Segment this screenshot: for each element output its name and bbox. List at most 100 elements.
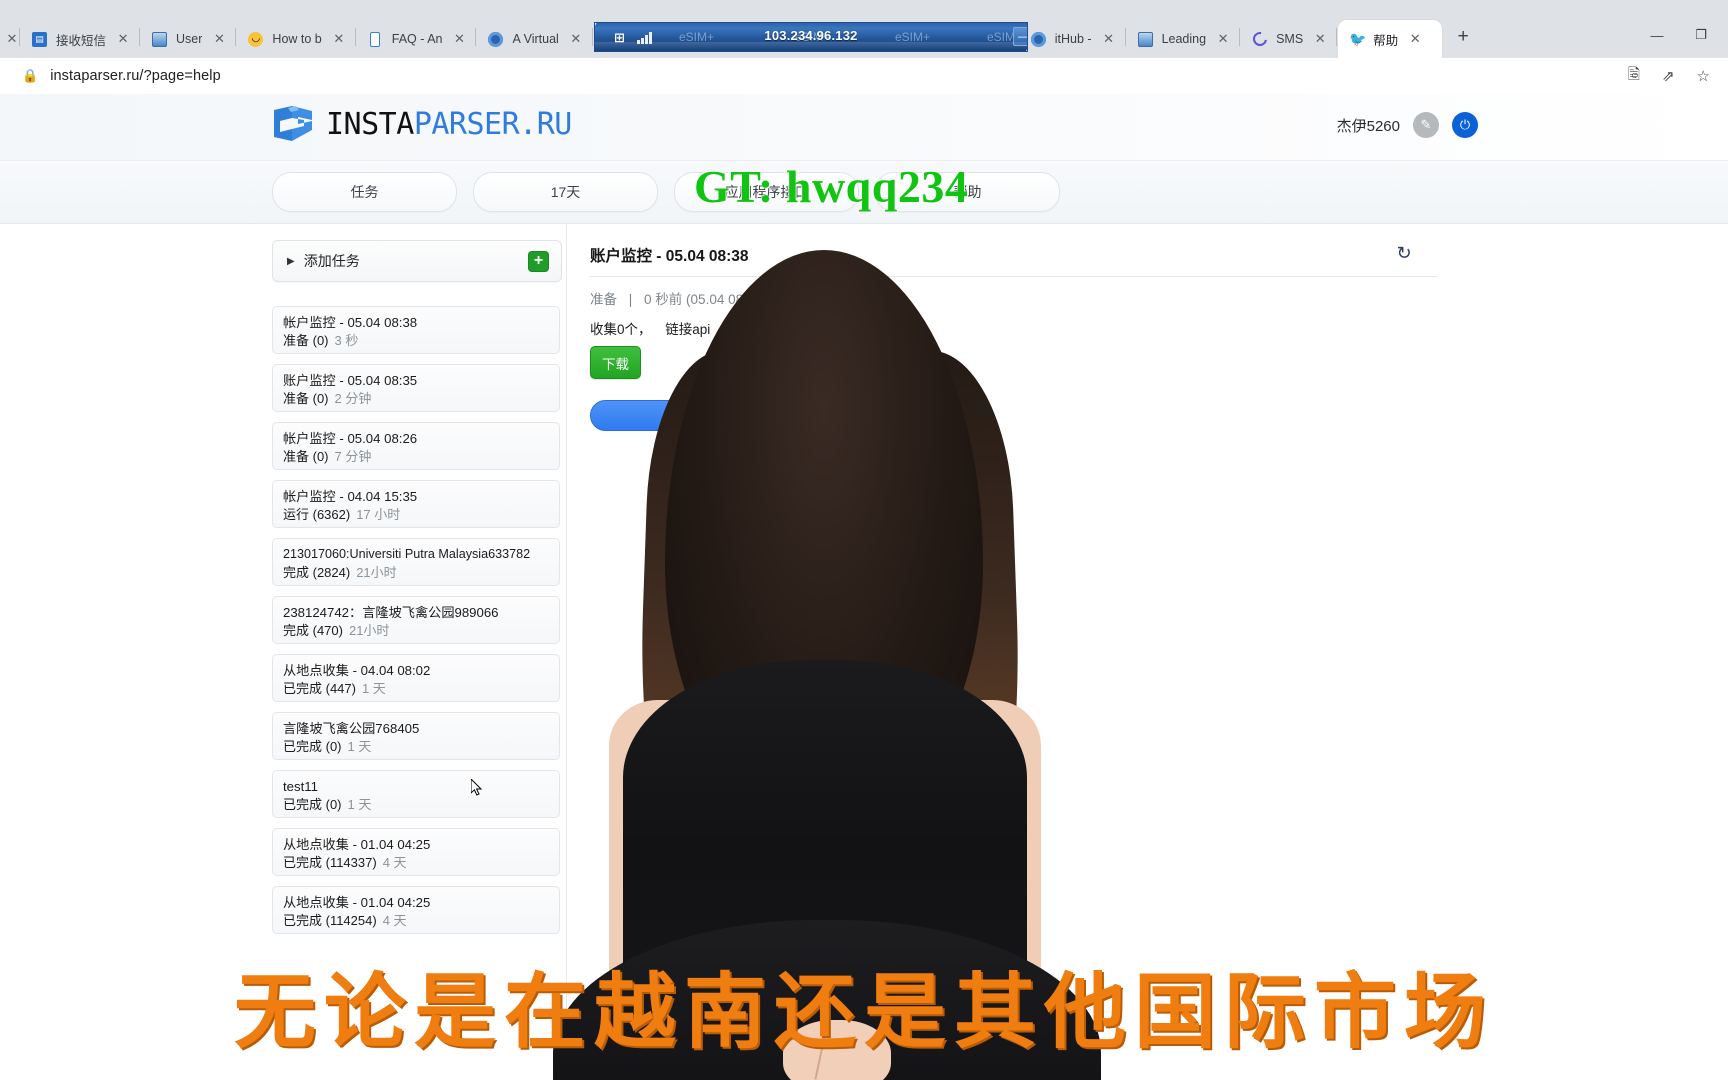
browser-tab-faq[interactable]: FAQ - An ✕ — [357, 20, 475, 58]
refresh-icon[interactable]: ↻ — [1393, 242, 1415, 264]
bird-icon: 🐦 — [1349, 31, 1367, 47]
smile-icon: ◡ — [247, 31, 264, 48]
chevron-right-icon: ▶ — [287, 255, 295, 267]
logo-text-insta: INSTA — [326, 106, 414, 142]
logo-text: INSTAPARSER.RU — [326, 107, 572, 142]
rdp-ip-address: 103.234.96.132 — [764, 28, 858, 43]
close-icon[interactable]: ✕ — [1404, 28, 1426, 50]
task-status: 准备 (0) — [283, 449, 329, 464]
tab-separator — [354, 28, 356, 46]
browser-tab-sms[interactable]: SMS ✕ — [1241, 20, 1335, 58]
task-title: 从地点收集 - 04.04 08:02 — [283, 663, 431, 678]
site-logo[interactable]: INSTAPARSER.RU — [272, 104, 572, 144]
task-duration: 2 分钟 — [334, 391, 372, 406]
power-icon[interactable]: ⏻ — [1452, 112, 1478, 138]
task-list: 帐户监控 - 05.04 08:38 准备 (0) 3 秒 账户监控 - 05.0… — [272, 306, 560, 944]
tab-label: FAQ - An — [391, 32, 443, 46]
tab-label: A Virtual — [512, 32, 559, 46]
task-duration: 1 天 — [361, 681, 386, 696]
username-label: 杰伊5260 — [1336, 117, 1400, 135]
tab-separator — [591, 28, 593, 46]
close-icon[interactable]: ✕ — [112, 28, 134, 50]
chart-icon — [151, 31, 168, 48]
info-icon[interactable]: i — [719, 325, 736, 341]
globe-icon — [1030, 31, 1047, 48]
task-list-item[interactable]: 从地点收集 - 01.04 04:25 已完成 (114254) 4 天 — [272, 886, 560, 934]
browser-tab-user[interactable]: User ✕ — [141, 20, 234, 58]
task-title: 从地点收集 - 01.04 04:25 — [283, 895, 431, 910]
delete-button[interactable]: 删除 — [590, 400, 711, 431]
address-bar[interactable]: 🔒 instaparser.ru/?page=help 🗟 ⇗ ☆ — [0, 58, 1728, 94]
bookmark-star-icon[interactable]: ☆ — [1697, 67, 1710, 85]
task-list-item[interactable]: 帐户监控 - 05.04 08:26 准备 (0) 7 分钟 — [272, 422, 560, 470]
browser-tab-how-to[interactable]: ◡ How to b ✕ — [237, 20, 353, 58]
tab-label: SMS — [1276, 32, 1304, 46]
watermark-text: GT: hwqq234 — [694, 161, 969, 212]
browser-tab-a-virtual[interactable]: A Virtual ✕ — [477, 20, 590, 58]
task-list-item[interactable]: 238124742：言隆坡飞禽公园989066 完成 (470) 21小时 — [272, 596, 560, 644]
browser-tab-github[interactable]: itHub - ✕ — [1020, 20, 1124, 58]
maximize-window-button[interactable]: ❐ — [1680, 20, 1722, 50]
rdp-connection-bar[interactable]: ⊞ eSIM+ eSIM+ eSIM+ eSIM+ 103.234.96.132… — [594, 22, 1028, 52]
close-icon[interactable]: ✕ — [565, 28, 587, 50]
chart-icon — [1137, 31, 1154, 48]
task-duration: 4 天 — [382, 913, 407, 928]
task-status: 完成 (2824) — [283, 565, 351, 580]
close-icon[interactable]: ✕ — [6, 28, 18, 50]
minimize-window-button[interactable]: — — [1636, 20, 1678, 50]
task-title: test11 — [283, 779, 318, 794]
close-icon[interactable]: ✕ — [208, 28, 230, 50]
task-title: 帐户监控 - 04.04 15:35 — [283, 489, 418, 504]
tab-separator — [235, 28, 237, 46]
task-status: 已完成 (114337) — [283, 855, 377, 870]
task-status: 已完成 (0) — [283, 797, 342, 812]
add-task-label: 添加任务 — [303, 253, 360, 269]
task-list-item[interactable]: 账户监控 - 05.04 08:35 准备 (0) 2 分钟 — [272, 364, 560, 412]
task-duration: 7 分钟 — [334, 449, 372, 464]
tab-label: itHub - — [1054, 32, 1092, 46]
rdp-minimize-button[interactable]: — — [1013, 27, 1027, 46]
url-text[interactable]: instaparser.ru/?page=help — [50, 68, 221, 84]
detail-separator: | — [628, 292, 633, 307]
translate-icon[interactable]: 🗟 — [1628, 64, 1640, 89]
gear-icon — [487, 31, 504, 48]
task-title: 言隆坡飞禽公园768405 — [283, 721, 420, 736]
task-list-item[interactable]: 言隆坡飞禽公园768405 已完成 (0) 1 天 — [272, 712, 560, 760]
divider — [590, 276, 1438, 277]
browser-tab-help-active[interactable]: 🐦 帮助 ✕ — [1338, 20, 1443, 58]
task-duration: 21小时 — [348, 623, 390, 638]
pencil-icon[interactable]: ✎ — [1413, 112, 1439, 138]
task-list-item[interactable]: 从地点收集 - 04.04 08:02 已完成 (447) 1 天 — [272, 654, 560, 702]
close-icon[interactable]: ✕ — [328, 28, 350, 50]
task-list-item[interactable]: 帐户监控 - 04.04 15:35 运行 (6362) 17 小时 — [272, 480, 560, 528]
browser-tab-leading[interactable]: Leading ✕ — [1127, 20, 1239, 58]
close-icon[interactable]: ✕ — [1212, 28, 1234, 50]
task-list-item[interactable]: test11 已完成 (0) 1 天 — [272, 770, 560, 818]
moon-icon — [1249, 29, 1270, 49]
share-icon[interactable]: ⇗ — [1662, 67, 1675, 85]
api-link[interactable]: 链接api — [665, 322, 710, 337]
download-button[interactable]: 下载 — [590, 346, 641, 379]
nav-tab-17days[interactable]: 17天 — [473, 172, 658, 212]
tab-label: 接收短信 — [56, 33, 107, 48]
task-duration: 1 天 — [347, 739, 372, 754]
close-icon[interactable]: ✕ — [448, 28, 470, 50]
panel-title: 账户监控 - 05.04 08:38 — [590, 248, 749, 265]
nav-tab-tasks[interactable]: 任务 — [272, 172, 457, 212]
task-list-item[interactable]: 帐户监控 - 05.04 08:38 准备 (0) 3 秒 — [272, 306, 560, 354]
browser-tab[interactable]: ✕ — [0, 20, 18, 58]
tab-separator — [1239, 28, 1241, 46]
add-task-button[interactable]: ▶ 添加任务 + — [272, 240, 562, 282]
detail-status: 准备 — [590, 292, 617, 307]
close-icon[interactable]: ✕ — [1309, 28, 1331, 50]
user-area: 杰伊5260 ✎ ⏻ — [1337, 112, 1478, 138]
task-title: 238124742：言隆坡飞禽公园989066 — [283, 605, 499, 620]
browser-tab-receive-sms[interactable]: ▤ 接收短信 ✕ — [21, 20, 138, 58]
tab-separator — [475, 28, 477, 46]
task-list-item[interactable]: 213017060:Universiti Putra Malaysia63378… — [272, 538, 560, 586]
new-tab-button[interactable]: + — [1448, 22, 1478, 52]
close-icon[interactable]: ✕ — [1098, 28, 1120, 50]
plus-icon[interactable]: + — [528, 250, 549, 272]
phone-icon — [367, 31, 384, 48]
task-list-item[interactable]: 从地点收集 - 01.04 04:25 已完成 (114337) 4 天 — [272, 828, 560, 876]
